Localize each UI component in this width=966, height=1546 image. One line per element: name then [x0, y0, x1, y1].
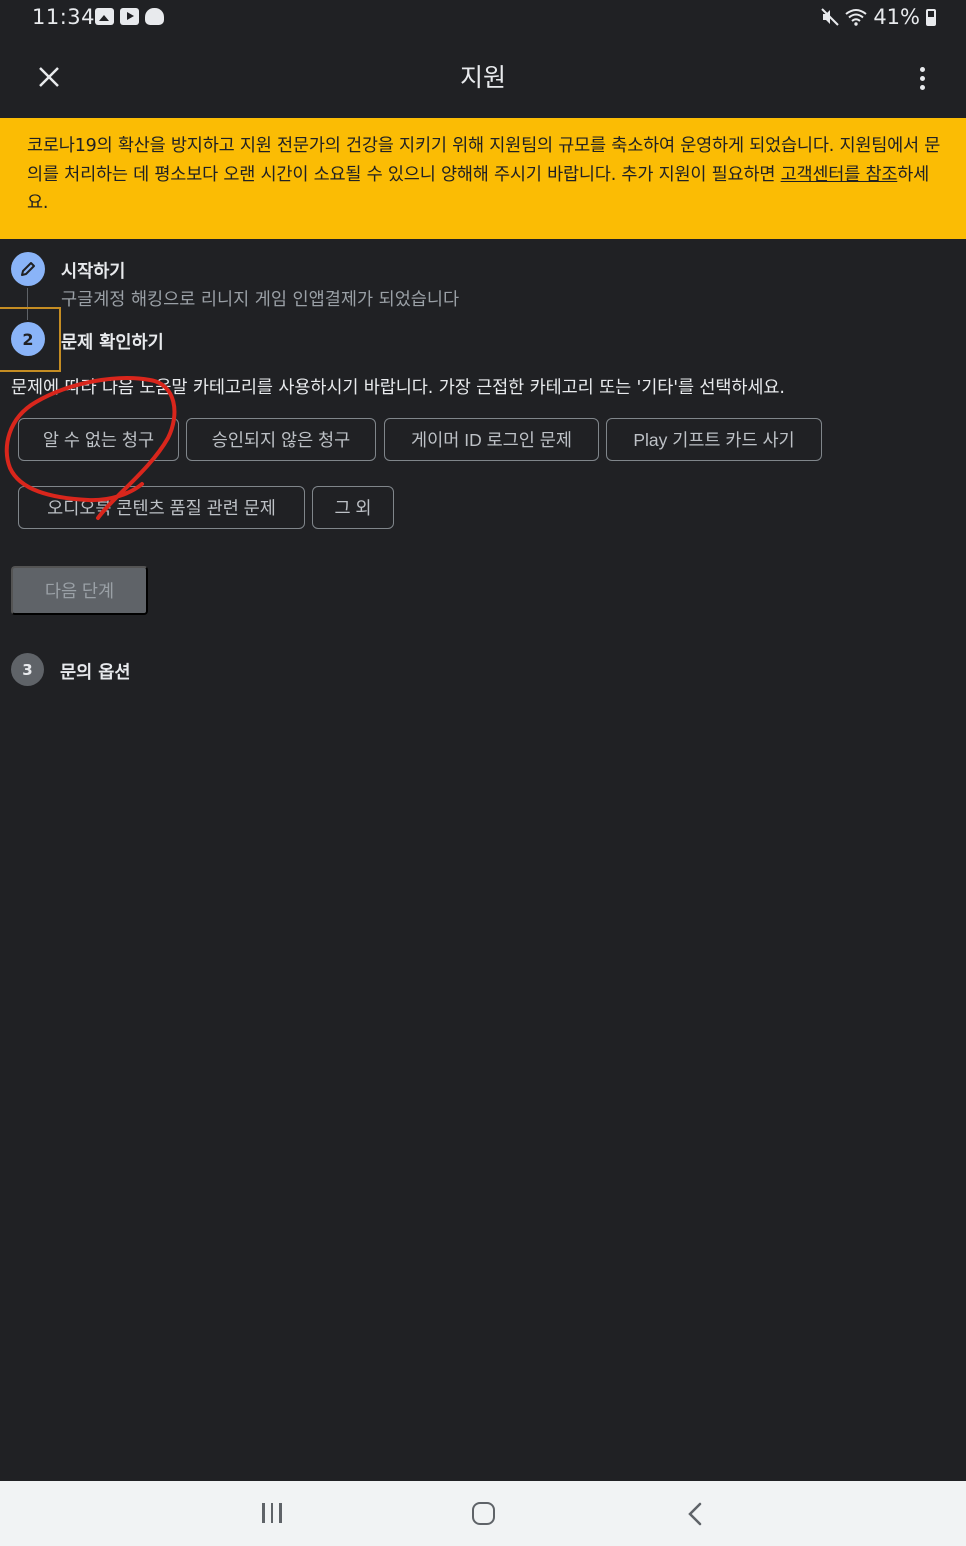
page-title: 지원 — [459, 63, 506, 92]
pencil-icon — [21, 262, 35, 276]
category-chip-audiobook-quality[interactable]: 오디오북 콘텐츠 품질 관련 문제 — [18, 486, 305, 529]
more-options-button[interactable] — [910, 60, 934, 96]
system-nav-bar — [0, 1481, 966, 1546]
next-step-button[interactable]: 다음 단계 — [11, 566, 148, 615]
home-icon[interactable] — [472, 1502, 495, 1525]
step1-title: 시작하기 — [61, 262, 126, 282]
wifi-icon — [845, 9, 867, 26]
back-icon[interactable] — [682, 1500, 710, 1528]
step2-indicator: 2 — [11, 322, 45, 356]
step2-title: 문제 확인하기 — [61, 333, 164, 353]
notice-banner: 코로나19의 확산을 방지하고 지원 전문가의 건강을 지키기 위해 지원팀의 … — [0, 118, 966, 239]
help-center-link[interactable]: 고객센터를 참조 — [781, 165, 898, 185]
battery-text: 41% — [873, 5, 920, 29]
step1-summary[interactable]: 구글계정 해킹으로 리니지 게임 인앱결제가 되었습니다 — [61, 286, 459, 311]
category-instruction: 문제에 따라 다음 도움말 카테고리를 사용하시기 바랍니다. 가장 근접한 카… — [11, 378, 785, 398]
battery-icon — [926, 8, 936, 26]
mute-icon — [821, 8, 840, 26]
youtube-icon — [120, 8, 139, 25]
more-vert-icon — [919, 66, 925, 90]
app-bar: 지원 — [0, 36, 966, 118]
status-bar: 11:34 41% — [0, 0, 966, 36]
gallery-icon — [95, 8, 114, 25]
category-chip-other[interactable]: 그 외 — [312, 486, 394, 529]
status-right: 41% — [821, 5, 936, 29]
category-chip-unauthorized-charge[interactable]: 승인되지 않은 청구 — [186, 418, 376, 461]
category-chip-unknown-charge[interactable]: 알 수 없는 청구 — [18, 418, 179, 461]
status-time: 11:34 — [32, 5, 96, 29]
step1-indicator — [11, 252, 45, 286]
category-chip-gift-card-scam[interactable]: Play 기프트 카드 사기 — [606, 418, 822, 461]
category-chip-gamer-id-login[interactable]: 게이머 ID 로그인 문제 — [384, 418, 599, 461]
step3-title[interactable]: 문의 옵션 — [60, 659, 131, 684]
cloud-sync-icon — [145, 8, 164, 25]
step3-indicator: 3 — [11, 653, 44, 686]
recent-apps-icon[interactable] — [256, 1503, 288, 1527]
status-icons-left — [95, 8, 164, 25]
